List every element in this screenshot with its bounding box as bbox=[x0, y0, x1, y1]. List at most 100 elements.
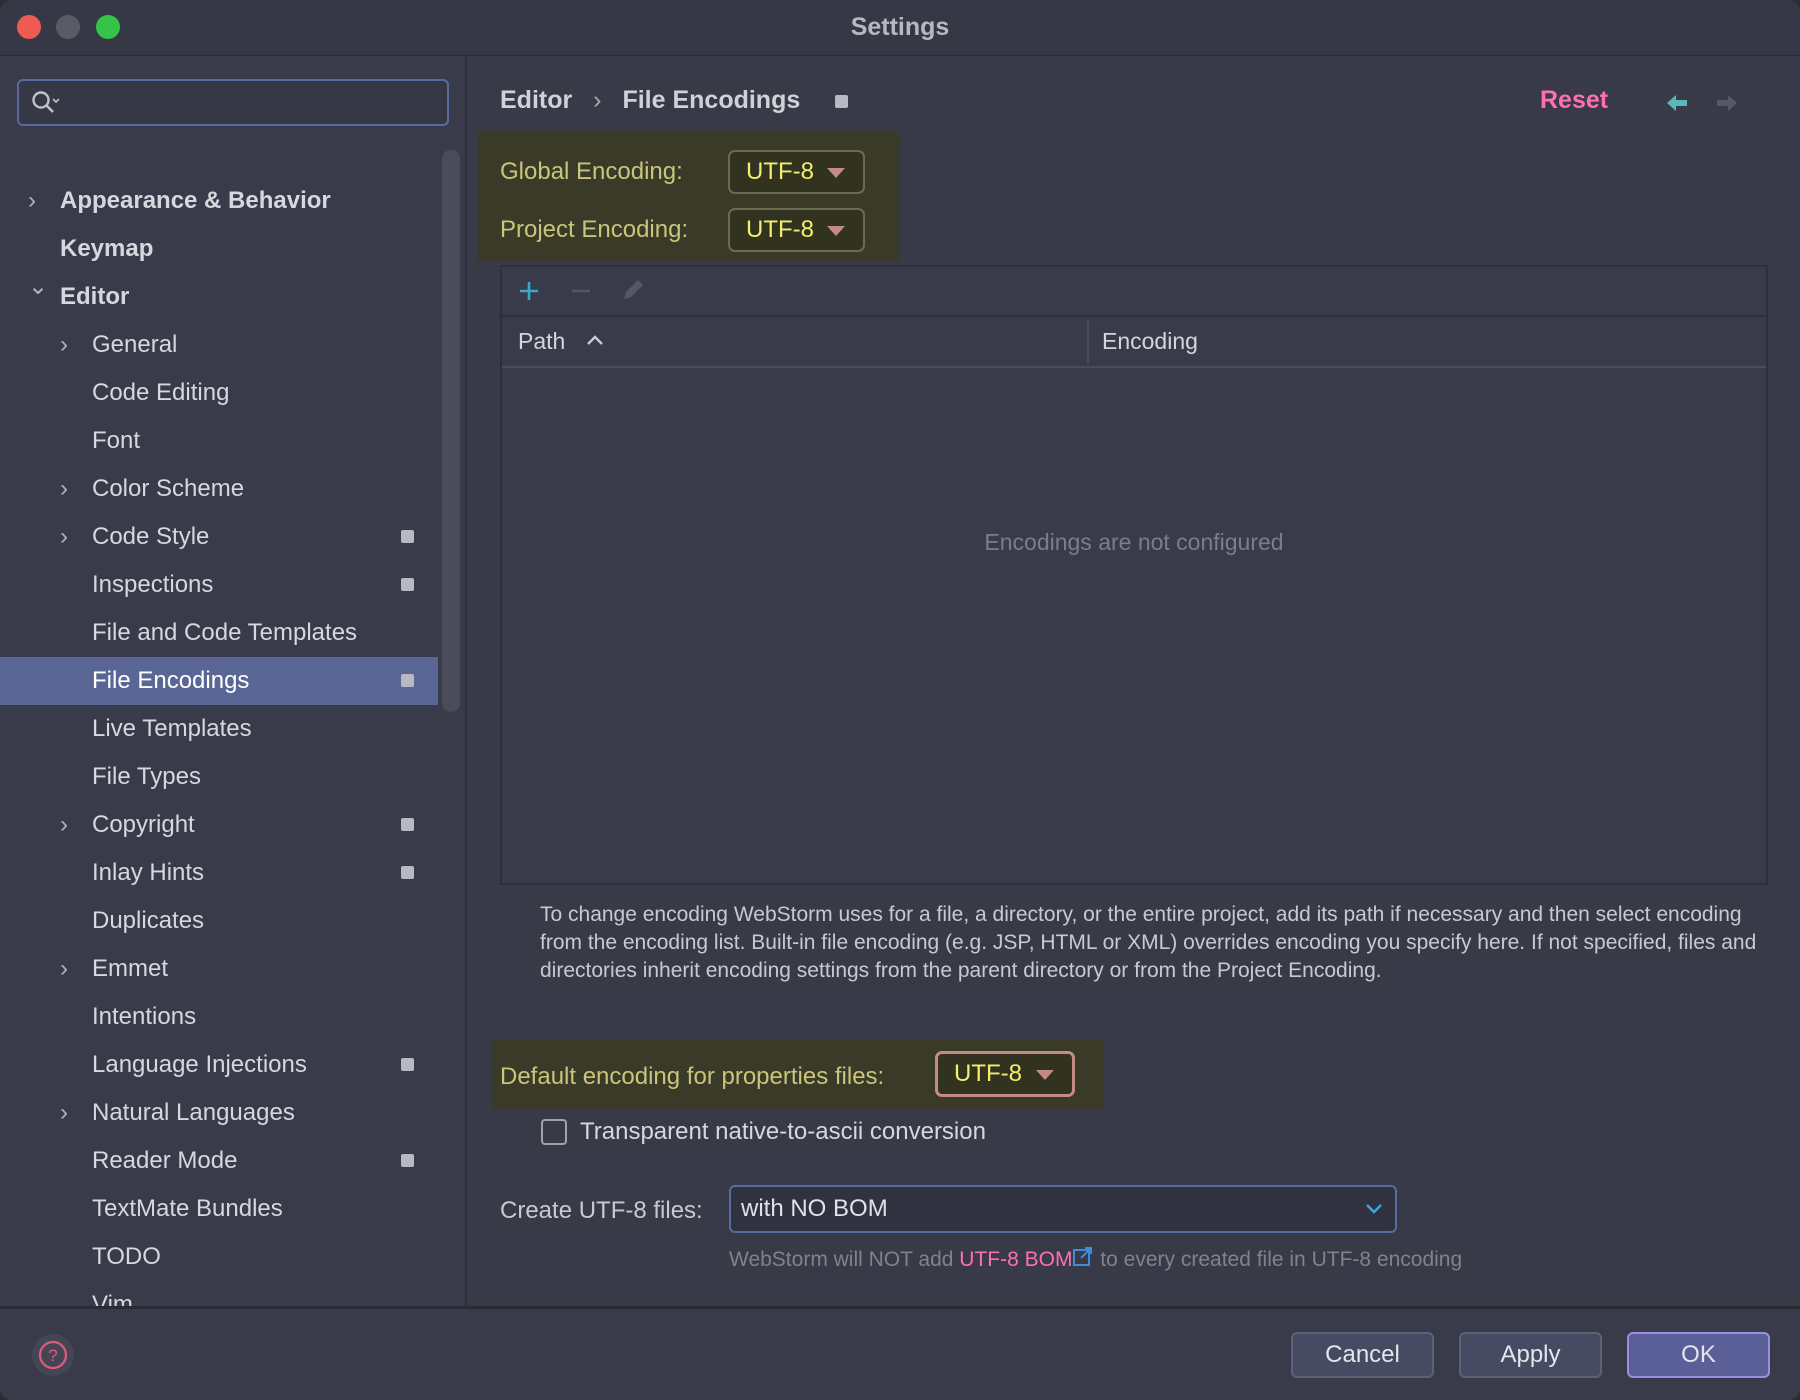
sidebar-scrollbar[interactable] bbox=[442, 150, 460, 712]
apply-button[interactable]: Apply bbox=[1459, 1332, 1602, 1378]
chevron-right-icon[interactable]: › bbox=[60, 321, 68, 369]
sidebar-item-emmet[interactable]: › Emmet bbox=[0, 945, 438, 993]
add-icon[interactable] bbox=[518, 280, 540, 302]
sidebar-item-label: Appearance & Behavior bbox=[60, 187, 331, 214]
utf8-bom-link[interactable]: UTF-8 BOM bbox=[959, 1248, 1072, 1271]
sidebar-item-label: Reader Mode bbox=[92, 1147, 238, 1174]
chevron-down-icon[interactable]: ⌄ bbox=[28, 263, 48, 311]
column-header-path[interactable]: Path bbox=[518, 317, 565, 366]
sidebar-item-keymap[interactable]: Keymap bbox=[0, 225, 438, 273]
forward-arrow-icon[interactable] bbox=[1715, 92, 1739, 114]
encoding-description: To change encoding WebStorm uses for a f… bbox=[540, 903, 1757, 982]
sidebar-item-language-injections[interactable]: Language Injections bbox=[0, 1041, 438, 1089]
breadcrumb-separator: › bbox=[593, 86, 602, 114]
sidebar-item-file-and-code-templates[interactable]: File and Code Templates bbox=[0, 609, 438, 657]
sidebar-item-live-templates[interactable]: Live Templates bbox=[0, 705, 438, 753]
external-link-icon[interactable] bbox=[1072, 1246, 1094, 1268]
sidebar-item-label: Keymap bbox=[60, 235, 154, 262]
dropdown-arrow-icon bbox=[1036, 1070, 1054, 1080]
path-encoding-table: Path Encoding Encodings are not configur… bbox=[500, 265, 1768, 885]
sidebar-item-duplicates[interactable]: Duplicates bbox=[0, 897, 438, 945]
native-to-ascii-label[interactable]: Transparent native-to-ascii conversion bbox=[580, 1118, 986, 1146]
native-to-ascii-checkbox[interactable] bbox=[541, 1119, 567, 1145]
sidebar-item-label: Inlay Hints bbox=[92, 859, 205, 886]
sidebar-item-label: Duplicates bbox=[92, 907, 205, 934]
create-utf8-label: Create UTF-8 files: bbox=[500, 1197, 703, 1224]
sidebar-item-textmate-bundles[interactable]: TextMate Bundles bbox=[0, 1185, 438, 1233]
sidebar-item-label: File Types bbox=[92, 763, 201, 790]
dropdown-arrow-icon bbox=[827, 168, 845, 178]
table-toolbar bbox=[502, 267, 1766, 317]
sidebar-item-label: Code Style bbox=[92, 523, 210, 550]
properties-encoding-label: Default encoding for properties files: bbox=[500, 1063, 885, 1090]
settings-window: Settings › Appearance & Behavior Keymap ⌄ Ed… bbox=[0, 0, 1800, 1400]
sidebar-item-label: TODO bbox=[92, 1243, 161, 1270]
sort-ascending-icon bbox=[587, 335, 603, 345]
hint-text-before: WebStorm will NOT add bbox=[729, 1248, 960, 1271]
project-encoding-value: UTF-8 bbox=[746, 216, 814, 243]
reset-link[interactable]: Reset bbox=[1540, 86, 1608, 115]
sidebar-item-label: Font bbox=[92, 427, 141, 454]
properties-encoding-dropdown[interactable]: UTF-8 bbox=[935, 1051, 1075, 1097]
title-bar: Settings bbox=[0, 0, 1800, 56]
chevron-right-icon[interactable]: › bbox=[60, 513, 68, 561]
project-scope-icon bbox=[401, 530, 414, 543]
sidebar: › Appearance & Behavior Keymap ⌄ Editor › Gene… bbox=[0, 56, 467, 1318]
chevron-right-icon[interactable]: › bbox=[60, 465, 68, 513]
sidebar-item-reader-mode[interactable]: Reader Mode bbox=[0, 1137, 438, 1185]
sidebar-item-label: Intentions bbox=[92, 1003, 197, 1030]
chevron-right-icon[interactable]: › bbox=[60, 801, 68, 849]
sidebar-item-label: Copyright bbox=[92, 811, 195, 838]
sidebar-item-file-encodings[interactable]: File Encodings bbox=[0, 657, 438, 705]
sidebar-item-intentions[interactable]: Intentions bbox=[0, 993, 438, 1041]
sidebar-item-label: Inspections bbox=[92, 571, 214, 598]
sidebar-item-inlay-hints[interactable]: Inlay Hints bbox=[0, 849, 438, 897]
chevron-right-icon[interactable]: › bbox=[28, 177, 36, 225]
project-scope-icon bbox=[401, 1154, 414, 1167]
project-encoding-dropdown[interactable]: UTF-8 bbox=[728, 208, 865, 252]
table-empty-text: Encodings are not configured bbox=[984, 529, 1284, 555]
ok-button[interactable]: OK bbox=[1627, 1332, 1770, 1378]
global-encoding-label: Global Encoding: bbox=[500, 158, 683, 185]
dropdown-arrow-icon bbox=[827, 226, 845, 236]
edit-icon[interactable] bbox=[620, 277, 646, 303]
project-scope-icon bbox=[835, 95, 849, 108]
breadcrumb-parent[interactable]: Editor bbox=[500, 86, 572, 114]
sidebar-item-file-types[interactable]: File Types bbox=[0, 753, 438, 801]
project-scope-icon bbox=[401, 866, 414, 879]
project-scope-icon bbox=[401, 818, 414, 831]
sidebar-item-natural-languages[interactable]: › Natural Languages bbox=[0, 1089, 438, 1137]
sidebar-item-todo[interactable]: TODO bbox=[0, 1233, 438, 1281]
global-encoding-dropdown[interactable]: UTF-8 bbox=[728, 150, 865, 194]
sidebar-item-code-style[interactable]: › Code Style bbox=[0, 513, 438, 561]
project-scope-icon bbox=[401, 1058, 414, 1071]
column-header-encoding[interactable]: Encoding bbox=[1102, 317, 1198, 366]
sidebar-item-inspections[interactable]: Inspections bbox=[0, 561, 438, 609]
sidebar-item-label: Emmet bbox=[92, 955, 169, 982]
chevron-right-icon[interactable]: › bbox=[60, 1089, 68, 1137]
sidebar-item-font[interactable]: Font bbox=[0, 417, 438, 465]
search-field[interactable] bbox=[65, 87, 435, 119]
chevron-right-icon[interactable]: › bbox=[60, 945, 68, 993]
sidebar-item-copyright[interactable]: › Copyright bbox=[0, 801, 438, 849]
bom-hint: WebStorm will NOT add UTF-8 BOM to every… bbox=[729, 1246, 1462, 1273]
create-utf8-select[interactable]: with NO BOM bbox=[729, 1185, 1397, 1233]
cancel-button[interactable]: Cancel bbox=[1291, 1332, 1434, 1378]
help-icon[interactable]: ? bbox=[30, 1332, 76, 1378]
sidebar-item-general[interactable]: › General bbox=[0, 321, 438, 369]
svg-text:?: ? bbox=[48, 1346, 57, 1365]
sidebar-item-color-scheme[interactable]: › Color Scheme bbox=[0, 465, 438, 513]
sidebar-item-label: Color Scheme bbox=[92, 475, 245, 502]
sidebar-item-label: General bbox=[92, 331, 178, 358]
sidebar-item-label: File Encodings bbox=[92, 667, 250, 694]
remove-icon[interactable] bbox=[570, 280, 592, 302]
sidebar-item-code-editing[interactable]: Code Editing bbox=[0, 369, 438, 417]
sidebar-item-editor[interactable]: ⌄ Editor bbox=[0, 273, 438, 321]
breadcrumb: Editor › File Encodings bbox=[500, 86, 849, 115]
search-input[interactable] bbox=[17, 79, 449, 126]
sidebar-item-appearance-behavior[interactable]: › Appearance & Behavior bbox=[0, 177, 438, 225]
column-divider[interactable] bbox=[1087, 321, 1089, 363]
project-encoding-label: Project Encoding: bbox=[500, 216, 689, 243]
back-arrow-icon[interactable] bbox=[1665, 92, 1689, 114]
global-encoding-value: UTF-8 bbox=[746, 158, 814, 185]
